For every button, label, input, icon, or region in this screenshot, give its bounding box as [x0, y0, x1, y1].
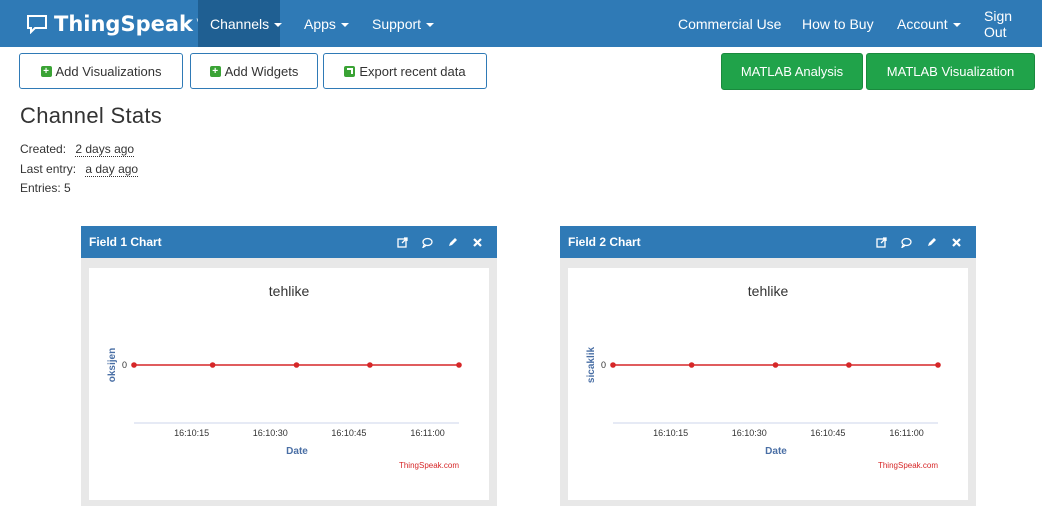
nav-how-to-buy-label: How to Buy [802, 15, 874, 32]
y-axis-label: sicaklik [586, 346, 597, 383]
data-point [772, 362, 779, 368]
field-2-chart-body: tehlike sicaklik 0 16:10:15 16:10:30 16:10:45… [568, 268, 968, 500]
field-1-chart-card: Field 1 Chart tehlike oksijen 0 16:10:15 16:… [81, 226, 497, 506]
export-recent-data-label: Export recent data [359, 63, 466, 79]
data-point [367, 362, 373, 368]
nav-apps-label: Apps [304, 15, 336, 32]
chevron-down-icon [952, 22, 961, 27]
chat-bubble-logo-icon [27, 14, 47, 34]
x-axis-label: Date [286, 446, 308, 457]
field-1-chart-body: tehlike oksijen 0 16:10:15 16:10:30 16:10:45 1… [89, 268, 489, 500]
data-point [935, 362, 941, 368]
created-label: Created: [20, 142, 67, 156]
x-tick-label: 16:10:30 [253, 428, 288, 438]
pencil-icon[interactable] [926, 237, 937, 248]
chevron-down-icon [340, 22, 349, 27]
data-point [293, 362, 300, 368]
field-2-chart-title: Field 2 Chart [568, 235, 641, 249]
created-value: 2 days ago [75, 142, 135, 157]
export-recent-data-button[interactable]: Export recent data [323, 53, 487, 89]
plus-icon: + [209, 65, 221, 77]
brand-name: ThingSpeak [54, 11, 193, 36]
x-axis-label: Date [765, 446, 787, 457]
page-title: Channel Stats [20, 103, 163, 128]
comment-icon[interactable] [901, 237, 912, 248]
chart-title: tehlike [748, 283, 789, 299]
data-point [209, 362, 216, 368]
nav-channels-label: Channels [210, 15, 270, 32]
field-1-chart-header: Field 1 Chart [81, 226, 497, 258]
nav-how-to-buy[interactable]: How to Buy [790, 0, 886, 47]
entries-stat: Entries: 5 [20, 181, 71, 195]
chevron-down-icon [274, 22, 283, 27]
field-2-line-chart: tehlike sicaklik 0 16:10:15 16:10:30 16:10:45… [586, 283, 941, 470]
nav-account-label: Account [897, 15, 948, 32]
add-widgets-label: Add Widgets [224, 63, 299, 79]
data-point [610, 362, 616, 368]
matlab-visualization-label: MATLAB Visualization [886, 64, 1015, 79]
card-tools [876, 226, 962, 258]
x-tick-label: 16:10:30 [732, 428, 767, 438]
field-2-chart-header: Field 2 Chart [560, 226, 976, 258]
nav-account[interactable]: Account [885, 0, 973, 47]
nav-sign-out[interactable]: Sign Out [972, 0, 1042, 47]
export-icon [344, 65, 356, 77]
data-point [846, 362, 852, 368]
pencil-icon[interactable] [447, 237, 458, 248]
field-1-line-chart: tehlike oksijen 0 16:10:15 16:10:30 16:10:45 1… [107, 283, 462, 470]
field-1-chart-title: Field 1 Chart [89, 235, 162, 249]
y-tick-label: 0 [122, 360, 127, 370]
comment-icon[interactable] [422, 237, 433, 248]
brand-link[interactable]: ThingSpeak™ [26, 8, 205, 39]
close-icon[interactable] [472, 237, 483, 248]
matlab-analysis-label: MATLAB Analysis [740, 64, 844, 79]
y-axis-label: oksijen [107, 348, 118, 382]
x-tick-label: 16:11:00 [889, 428, 923, 438]
y-tick-label: 0 [601, 360, 606, 370]
chevron-down-icon [426, 22, 435, 27]
last-entry-stat: Last entry: a day ago [20, 162, 139, 177]
matlab-visualization-button[interactable]: MATLAB Visualization [866, 53, 1035, 90]
add-visualizations-label: Add Visualizations [55, 63, 162, 79]
add-visualizations-button[interactable]: + Add Visualizations [19, 53, 183, 89]
data-point [688, 362, 695, 368]
chart-credit: ThingSpeak.com [878, 461, 938, 470]
last-entry-value: a day ago [85, 162, 139, 177]
x-tick-label: 16:11:00 [410, 428, 444, 438]
x-tick-label: 16:10:45 [810, 428, 845, 438]
plus-icon: + [40, 65, 52, 77]
data-point [456, 362, 462, 368]
add-widgets-button[interactable]: + Add Widgets [190, 53, 318, 89]
top-navbar: ThingSpeak™ Channels Apps Support Commer… [0, 0, 1042, 47]
nav-commercial-use[interactable]: Commercial Use [666, 0, 793, 47]
x-tick-label: 16:10:45 [331, 428, 366, 438]
last-entry-label: Last entry: [20, 162, 77, 176]
data-point [131, 362, 137, 368]
field-2-chart-card: Field 2 Chart tehlike sicaklik 0 16:10:15 16… [560, 226, 976, 506]
external-link-icon[interactable] [397, 236, 408, 248]
entries-label: Entries: [20, 181, 61, 195]
nav-channels[interactable]: Channels [198, 0, 283, 47]
chart-credit: ThingSpeak.com [399, 461, 459, 470]
nav-support[interactable]: Support [360, 0, 446, 47]
external-link-icon[interactable] [876, 236, 887, 248]
nav-sign-out-label: Sign Out [984, 7, 1013, 40]
x-tick-label: 16:10:15 [174, 428, 209, 438]
x-tick-label: 16:10:15 [653, 428, 688, 438]
nav-commercial-use-label: Commercial Use [678, 15, 782, 32]
card-tools [397, 226, 483, 258]
chart-title: tehlike [269, 283, 310, 299]
nav-apps[interactable]: Apps [292, 0, 361, 47]
nav-support-label: Support [372, 15, 422, 32]
matlab-analysis-button[interactable]: MATLAB Analysis [721, 53, 863, 90]
created-stat: Created: 2 days ago [20, 142, 135, 157]
close-icon[interactable] [951, 237, 962, 248]
entries-value: 5 [64, 181, 71, 195]
